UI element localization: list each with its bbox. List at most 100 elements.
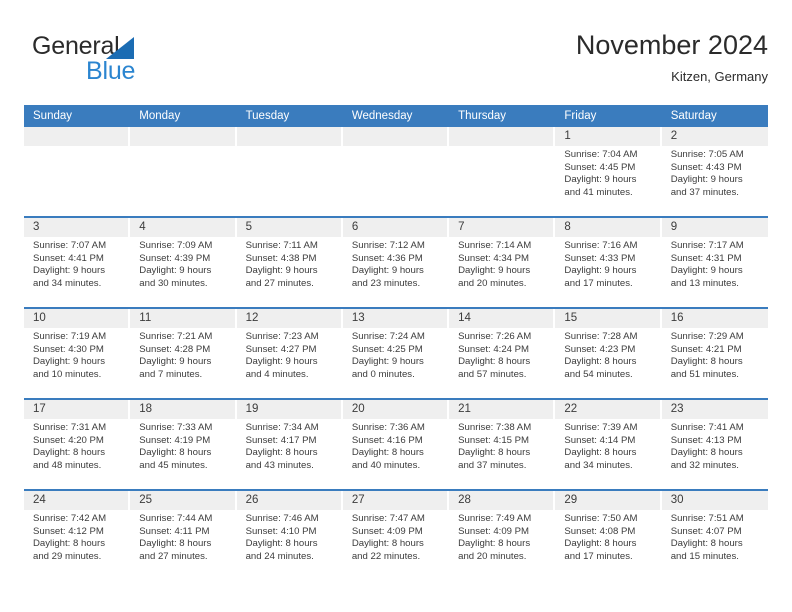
day-cell-empty [130, 127, 237, 216]
sunset-time: Sunset: 4:15 PM [458, 434, 530, 446]
sunrise-time: Sunrise: 7:50 AM [564, 513, 638, 524]
day-cell-empty [449, 127, 556, 216]
daylight-line-2: and 10 minutes. [33, 368, 102, 380]
day-cell[interactable]: 30 Sunrise: 7:51 AM Sunset: 4:07 PM Dayligh… [661, 491, 768, 580]
day-cell[interactable]: 25 Sunrise: 7:44 AM Sunset: 4:11 PM Dayligh… [130, 491, 237, 580]
day-number: 22 [555, 400, 662, 419]
day-number [342, 127, 450, 146]
daylight-line-2: and 13 minutes. [670, 277, 739, 289]
day-sun-info: Sunrise: 7:36 AM Sunset: 4:16 PM Daylight:… [343, 419, 449, 472]
day-cell[interactable]: 3 Sunrise: 7:07 AM Sunset: 4:41 PM Daylight… [24, 218, 131, 307]
daylight-line-1: Daylight: 9 hours [139, 265, 212, 277]
day-sun-info: Sunrise: 7:28 AM Sunset: 4:23 PM Daylight:… [555, 328, 661, 381]
week-row: 17 Sunrise: 7:31 AM Sunset: 4:20 PM Dayligh… [24, 398, 768, 489]
day-cell[interactable]: 17 Sunrise: 7:31 AM Sunset: 4:20 PM Dayligh… [24, 400, 131, 489]
daylight-line-2: and 4 minutes. [245, 368, 309, 380]
daylight-line-2: and 32 minutes. [670, 459, 739, 471]
daylight-line-1: Daylight: 8 hours [139, 447, 212, 459]
day-cell[interactable]: 5 Sunrise: 7:11 AM Sunset: 4:38 PM Daylight… [236, 218, 343, 307]
day-sun-info: Sunrise: 7:50 AM Sunset: 4:08 PM Daylight:… [555, 510, 661, 563]
sunrise-time: Sunrise: 7:11 AM [245, 240, 318, 251]
sunset-time: Sunset: 4:10 PM [245, 525, 317, 537]
day-number: 29 [555, 491, 662, 510]
day-cell[interactable]: 18 Sunrise: 7:33 AM Sunset: 4:19 PM Dayligh… [130, 400, 237, 489]
daylight-line-2: and 23 minutes. [351, 277, 421, 289]
day-sun-info: Sunrise: 7:05 AM Sunset: 4:43 PM Daylight:… [662, 146, 768, 199]
day-number [236, 127, 343, 146]
day-cell[interactable]: 13 Sunrise: 7:24 AM Sunset: 4:25 PM Dayligh… [342, 309, 450, 398]
sunset-time: Sunset: 4:30 PM [33, 343, 104, 355]
day-cell[interactable]: 1 Sunrise: 7:04 AM Sunset: 4:45 PM Daylight… [555, 127, 662, 216]
daylight-line-1: Daylight: 9 hours [564, 265, 637, 277]
day-cell[interactable]: 15 Sunrise: 7:28 AM Sunset: 4:23 PM Dayligh… [555, 309, 662, 398]
day-number [24, 127, 131, 146]
day-cell-empty [236, 127, 343, 216]
sunset-time: Sunset: 4:07 PM [670, 525, 742, 537]
sunset-time: Sunset: 4:23 PM [564, 343, 636, 355]
calendar-weeks: 1 Sunrise: 7:04 AM Sunset: 4:45 PM Daylight… [24, 127, 768, 580]
sunrise-time: Sunrise: 7:09 AM [139, 240, 213, 251]
day-sun-info: Sunrise: 7:11 AM Sunset: 4:38 PM Daylight:… [237, 237, 343, 290]
day-cell[interactable]: 14 Sunrise: 7:26 AM Sunset: 4:24 PM Dayligh… [449, 309, 556, 398]
day-cell[interactable]: 28 Sunrise: 7:49 AM Sunset: 4:09 PM Dayligh… [449, 491, 556, 580]
day-cell[interactable]: 9 Sunrise: 7:17 AM Sunset: 4:31 PM Daylight… [661, 218, 768, 307]
sunset-time: Sunset: 4:19 PM [139, 434, 211, 446]
day-number: 2 [661, 127, 768, 146]
daylight-line-2: and 48 minutes. [33, 459, 102, 471]
daylight-line-2: and 15 minutes. [670, 550, 739, 562]
day-number: 5 [236, 218, 343, 237]
day-cell[interactable]: 12 Sunrise: 7:23 AM Sunset: 4:27 PM Dayligh… [236, 309, 343, 398]
sunrise-time: Sunrise: 7:28 AM [564, 331, 638, 342]
daylight-line-2: and 40 minutes. [351, 459, 421, 471]
daylight-line-2: and 34 minutes. [33, 277, 102, 289]
day-cell[interactable]: 10 Sunrise: 7:19 AM Sunset: 4:30 PM Dayligh… [24, 309, 131, 398]
daylight-line-1: Daylight: 9 hours [33, 265, 105, 277]
day-cell[interactable]: 11 Sunrise: 7:21 AM Sunset: 4:28 PM Dayligh… [130, 309, 237, 398]
day-number: 4 [130, 218, 237, 237]
day-number: 7 [449, 218, 556, 237]
day-cell[interactable]: 16 Sunrise: 7:29 AM Sunset: 4:21 PM Dayligh… [661, 309, 768, 398]
day-cell[interactable]: 19 Sunrise: 7:34 AM Sunset: 4:17 PM Dayligh… [236, 400, 343, 489]
sunset-time: Sunset: 4:41 PM [33, 252, 104, 264]
day-cell[interactable]: 20 Sunrise: 7:36 AM Sunset: 4:16 PM Dayligh… [342, 400, 450, 489]
sunset-time: Sunset: 4:25 PM [351, 343, 423, 355]
day-cell[interactable]: 21 Sunrise: 7:38 AM Sunset: 4:15 PM Dayligh… [449, 400, 556, 489]
sunrise-time: Sunrise: 7:12 AM [351, 240, 425, 251]
day-cell[interactable]: 29 Sunrise: 7:50 AM Sunset: 4:08 PM Dayligh… [555, 491, 662, 580]
day-cell[interactable]: 2 Sunrise: 7:05 AM Sunset: 4:43 PM Daylight… [661, 127, 768, 216]
general-blue-logo[interactable]: General Blue [24, 32, 264, 96]
day-sun-info: Sunrise: 7:19 AM Sunset: 4:30 PM Daylight:… [24, 328, 130, 381]
day-number: 11 [130, 309, 237, 328]
day-cell[interactable]: 6 Sunrise: 7:12 AM Sunset: 4:36 PM Daylight… [342, 218, 450, 307]
weekday-header-monday: Monday [139, 110, 181, 122]
day-sun-info: Sunrise: 7:09 AM Sunset: 4:39 PM Daylight:… [130, 237, 236, 290]
daylight-line-2: and 54 minutes. [564, 368, 633, 380]
daylight-line-2: and 27 minutes. [245, 277, 314, 289]
sunrise-time: Sunrise: 7:07 AM [33, 240, 107, 251]
day-sun-info: Sunrise: 7:34 AM Sunset: 4:17 PM Daylight:… [237, 419, 343, 472]
day-cell[interactable]: 4 Sunrise: 7:09 AM Sunset: 4:39 PM Daylight… [130, 218, 237, 307]
daylight-line-2: and 24 minutes. [245, 550, 314, 562]
day-cell[interactable]: 24 Sunrise: 7:42 AM Sunset: 4:12 PM Dayligh… [24, 491, 131, 580]
day-sun-info: Sunrise: 7:29 AM Sunset: 4:21 PM Daylight:… [662, 328, 768, 381]
day-sun-info: Sunrise: 7:16 AM Sunset: 4:33 PM Daylight:… [555, 237, 661, 290]
day-cell[interactable]: 23 Sunrise: 7:41 AM Sunset: 4:13 PM Dayligh… [661, 400, 768, 489]
day-sun-info: Sunrise: 7:04 AM Sunset: 4:45 PM Daylight:… [555, 146, 661, 199]
daylight-line-1: Daylight: 8 hours [670, 356, 743, 368]
week-row: 1 Sunrise: 7:04 AM Sunset: 4:45 PM Daylight… [24, 127, 768, 216]
sunset-time: Sunset: 4:39 PM [139, 252, 211, 264]
day-cell[interactable]: 8 Sunrise: 7:16 AM Sunset: 4:33 PM Daylight… [555, 218, 662, 307]
weekday-header-friday: Friday [564, 110, 597, 122]
day-cell[interactable]: 22 Sunrise: 7:39 AM Sunset: 4:14 PM Dayligh… [555, 400, 662, 489]
daylight-line-1: Daylight: 9 hours [458, 265, 531, 277]
daylight-line-1: Daylight: 9 hours [351, 356, 424, 368]
sunset-time: Sunset: 4:27 PM [245, 343, 317, 355]
sunset-time: Sunset: 4:14 PM [564, 434, 636, 446]
sunrise-time: Sunrise: 7:31 AM [33, 422, 107, 433]
day-cell[interactable]: 7 Sunrise: 7:14 AM Sunset: 4:34 PM Daylight… [449, 218, 556, 307]
daylight-line-1: Daylight: 8 hours [245, 447, 318, 459]
day-cell[interactable]: 27 Sunrise: 7:47 AM Sunset: 4:09 PM Dayligh… [342, 491, 450, 580]
sunset-time: Sunset: 4:28 PM [139, 343, 211, 355]
day-cell[interactable]: 26 Sunrise: 7:46 AM Sunset: 4:10 PM Dayligh… [236, 491, 343, 580]
week-row: 10 Sunrise: 7:19 AM Sunset: 4:30 PM Dayligh… [24, 307, 768, 398]
